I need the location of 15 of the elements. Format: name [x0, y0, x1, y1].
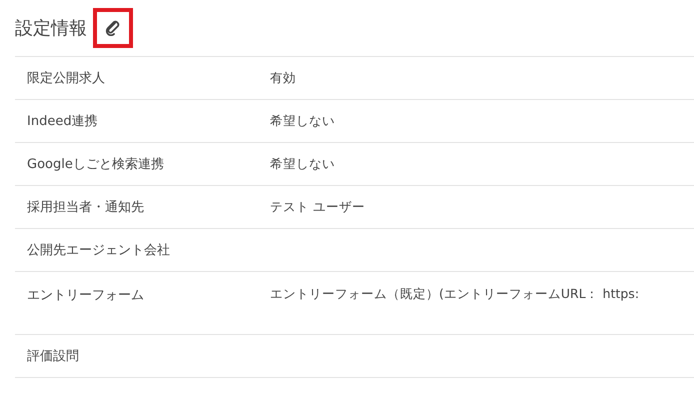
- paperclip-icon: [105, 20, 121, 36]
- row-value: 希望しない: [270, 156, 335, 172]
- row-value: 希望しない: [270, 112, 335, 130]
- row-label: Indeed連携: [26, 113, 99, 130]
- row-label: 限定公開求人: [26, 70, 106, 87]
- row-label: 公開先エージェント会社: [26, 242, 171, 259]
- row-label: 評価設問: [26, 348, 80, 365]
- row-value: テスト ユーザー: [270, 198, 365, 216]
- row-value: 有効: [270, 70, 296, 86]
- row-value: エントリーフォーム（既定）(エントリーフォームURL： https:: [270, 286, 640, 303]
- row-label: Googleしごと検索連携: [26, 156, 165, 173]
- edit-button[interactable]: [93, 8, 133, 48]
- row-label: エントリーフォーム: [26, 287, 145, 304]
- section-title: 設定情報: [15, 17, 87, 40]
- row-label: 採用担当者・通知先: [26, 199, 145, 216]
